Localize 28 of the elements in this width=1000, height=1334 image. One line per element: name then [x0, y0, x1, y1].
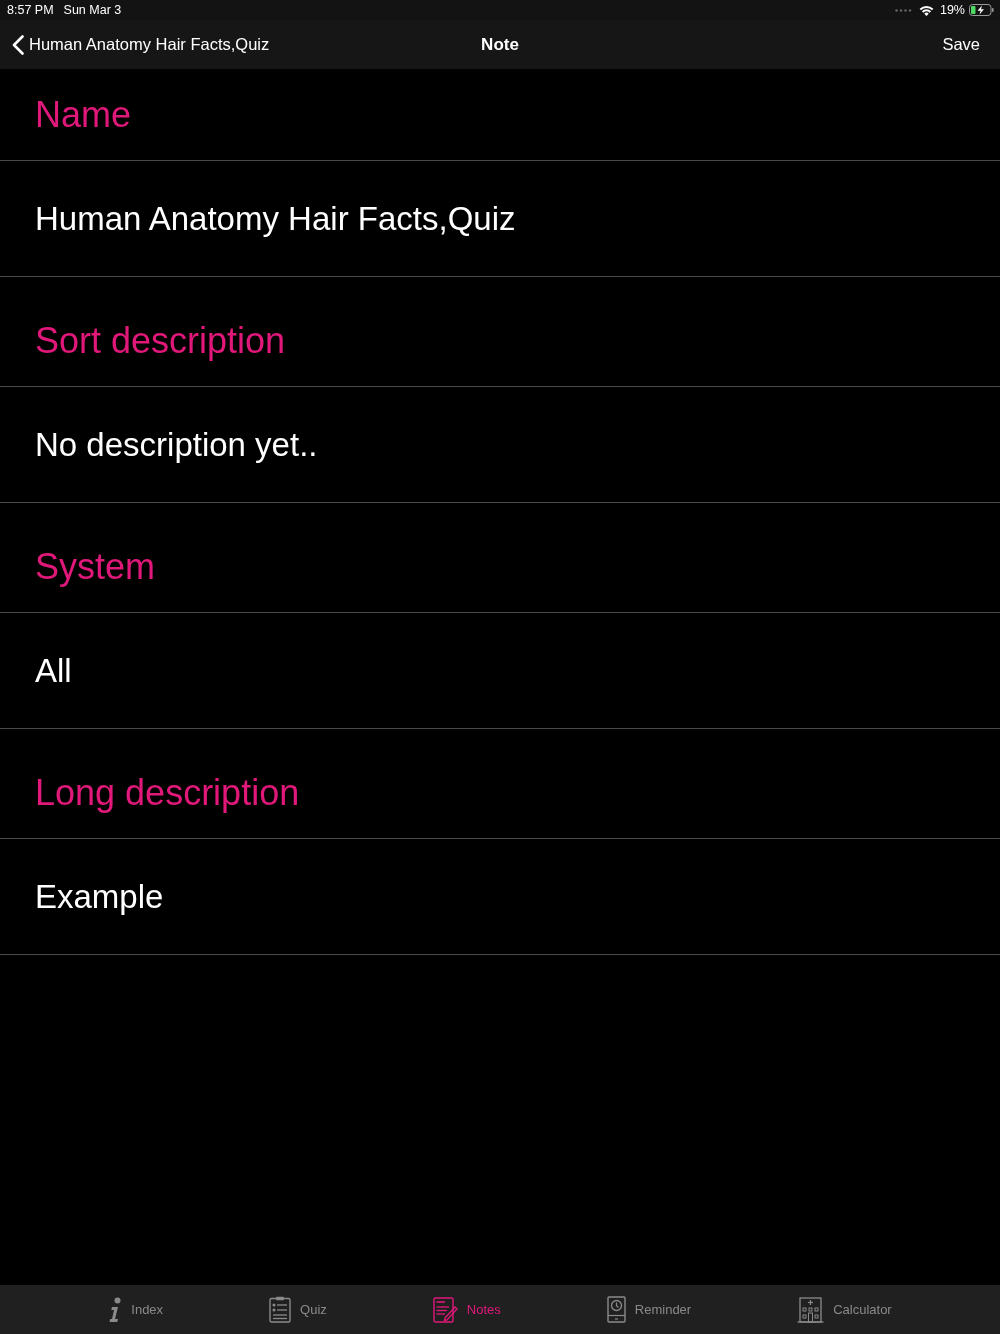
battery-percent: 19%: [939, 3, 965, 17]
save-button[interactable]: Save: [942, 35, 980, 54]
tab-item[interactable]: Notes: [432, 1296, 501, 1323]
building-icon: [797, 1296, 825, 1323]
signal-dots-icon: [894, 8, 912, 12]
notepad-pencil-icon: [432, 1296, 458, 1323]
clock-tablet-icon: [606, 1296, 626, 1323]
tab-item[interactable]: Reminder: [606, 1296, 692, 1323]
chevron-left-icon: [12, 34, 24, 55]
tab-item[interactable]: Calculator: [797, 1296, 892, 1323]
info-icon: [108, 1296, 123, 1323]
battery-charging-icon: [969, 4, 994, 16]
tab-item[interactable]: Quiz: [269, 1296, 327, 1323]
field-label: Sort description: [35, 320, 286, 362]
field-label: Name: [35, 94, 132, 136]
status-date: Sun Mar 3: [63, 3, 122, 17]
back-button[interactable]: Human Anatomy Hair Facts,Quiz: [12, 34, 270, 55]
text-field[interactable]: Example: [0, 839, 1000, 955]
field-label: Long description: [35, 772, 300, 814]
text-field[interactable]: All: [0, 613, 1000, 729]
clipboard-list-icon: [269, 1296, 292, 1323]
wifi-icon: [918, 4, 934, 16]
tab-item[interactable]: Index: [108, 1296, 164, 1323]
text-field[interactable]: No description yet..: [0, 387, 1000, 503]
status-time: 8:57 PM: [7, 3, 54, 17]
nav-title: Note: [481, 34, 519, 55]
text-field[interactable]: Human Anatomy Hair Facts,Quiz: [0, 161, 1000, 277]
field-label: System: [35, 546, 156, 588]
